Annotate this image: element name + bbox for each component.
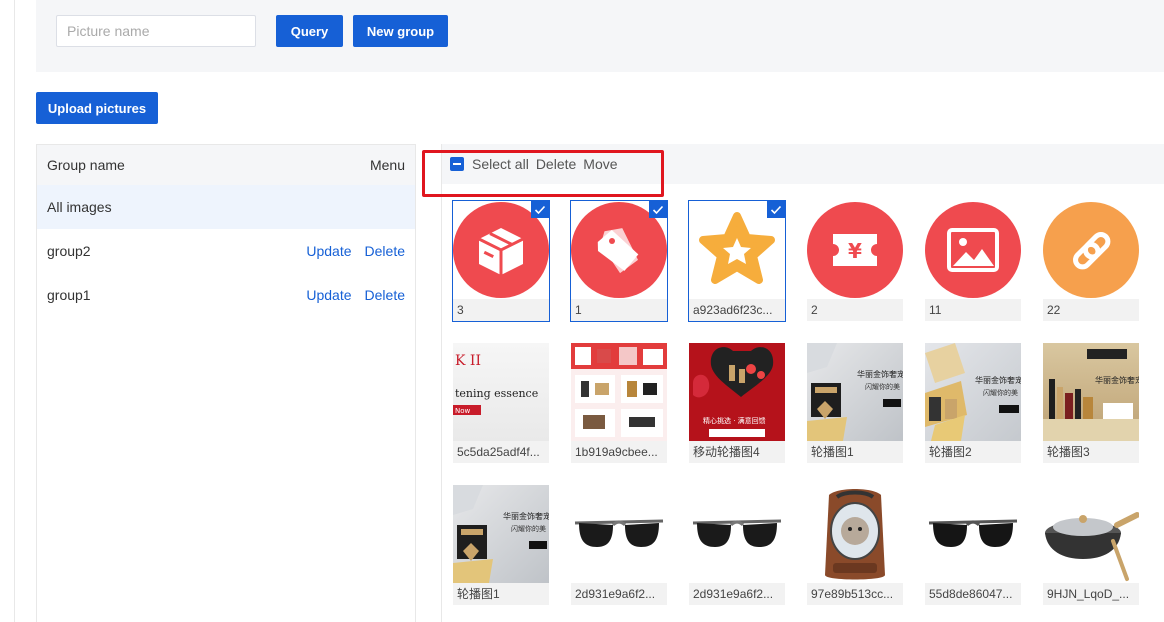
search-bar: Query New group <box>36 0 1164 72</box>
group-item-group1[interactable]: group1 Update Delete <box>37 273 415 317</box>
skincare-banner-photo: K II tening essence Now <box>453 343 549 441</box>
check-icon <box>649 201 667 218</box>
pet-backpack-photo <box>807 485 903 583</box>
svg-text:tening essence: tening essence <box>455 387 538 400</box>
svg-text:精心挑选 · 满意回馈: 精心挑选 · 满意回馈 <box>703 416 766 425</box>
cosmetics-shelf-photo: 华丽金饰奢宠 <box>1043 343 1139 441</box>
group-panel: Group name Menu All images group2 Update… <box>36 144 416 622</box>
image-label: 55d8de86047... <box>925 583 1021 605</box>
image-label: 2d931e9a6f2... <box>689 583 785 605</box>
check-icon <box>767 201 785 218</box>
image-thumb[interactable]: 精心挑选 · 满意回馈 移动轮播图4 <box>688 342 786 464</box>
group-item-group2[interactable]: group2 Update Delete <box>37 229 415 273</box>
images-toolbar: Select all Delete Move <box>442 144 1164 184</box>
sunglasses-photo <box>571 485 667 583</box>
wok-pan-photo <box>1043 485 1139 583</box>
svg-text:华丽金饰奢宠: 华丽金饰奢宠 <box>975 375 1021 385</box>
image-thumb[interactable]: 1 <box>570 200 668 322</box>
check-icon <box>531 201 549 218</box>
select-all-checkbox[interactable] <box>450 157 464 171</box>
gold-cosmetics-photo: 华丽金饰奢宠 闪耀你的美 <box>925 343 1021 441</box>
image-label: 1b919a9cbee... <box>571 441 667 463</box>
new-group-button[interactable]: New group <box>353 15 448 47</box>
image-thumb[interactable]: 55d8de86047... <box>924 484 1022 606</box>
image-label: 5c5da25adf4f... <box>453 441 549 463</box>
image-thumb[interactable]: a923ad6f23c... <box>688 200 786 322</box>
svg-text:K II: K II <box>455 353 481 369</box>
lipstick-box-photo: 华丽金饰奢宠 闪耀你的美 <box>453 485 549 583</box>
image-thumb[interactable]: 11 <box>924 200 1022 322</box>
svg-text:华丽金饰奢宠: 华丽金饰奢宠 <box>1095 375 1139 385</box>
svg-text:闪耀你的美: 闪耀你的美 <box>865 382 900 391</box>
gift-box-photo: 精心挑选 · 满意回馈 <box>689 343 785 441</box>
image-label: 轮播图1 <box>807 441 903 463</box>
image-thumb[interactable]: 华丽金饰奢宠 闪耀你的美 轮播图1 <box>806 342 904 464</box>
group-item-label: All images <box>47 199 112 215</box>
image-thumb[interactable]: ¥ 2 <box>806 200 904 322</box>
select-all-label[interactable]: Select all <box>472 156 529 172</box>
image-label: 97e89b513cc... <box>807 583 903 605</box>
svg-text:¥: ¥ <box>848 239 862 263</box>
update-group1-link[interactable]: Update <box>306 287 351 303</box>
image-label: 11 <box>925 299 1021 321</box>
query-button[interactable]: Query <box>276 15 343 47</box>
coupon-icon: ¥ <box>807 201 903 299</box>
delete-group2-link[interactable]: Delete <box>365 243 405 259</box>
lipstick-box-photo: 华丽金饰奢宠 闪耀你的美 <box>807 343 903 441</box>
image-label: 9HJN_LqoD_... <box>1043 583 1139 605</box>
link-icon <box>1043 201 1139 299</box>
image-thumb[interactable]: 1b919a9cbee... <box>570 342 668 464</box>
image-thumb[interactable]: 22 <box>1042 200 1140 322</box>
svg-text:Now: Now <box>455 407 471 415</box>
group-table-header: Group name Menu <box>37 145 415 185</box>
left-rail <box>0 0 15 622</box>
svg-text:华丽金饰奢宠: 华丽金饰奢宠 <box>503 511 549 521</box>
image-thumb[interactable]: 9HJN_LqoD_... <box>1042 484 1140 606</box>
group-name-header: Group name <box>47 157 125 173</box>
image-thumb[interactable]: 3 <box>452 200 550 322</box>
image-label: 轮播图1 <box>453 583 549 605</box>
image-label: 2 <box>807 299 903 321</box>
delete-selected-button[interactable]: Delete <box>536 156 576 172</box>
sunglasses-photo <box>689 485 785 583</box>
image-thumb[interactable]: 97e89b513cc... <box>806 484 904 606</box>
image-thumb[interactable]: K II tening essence Now 5c5da25adf4f... <box>452 342 550 464</box>
move-selected-button[interactable]: Move <box>583 156 617 172</box>
image-label: 22 <box>1043 299 1139 321</box>
image-label: 轮播图2 <box>925 441 1021 463</box>
product-collage-photo <box>571 343 667 441</box>
group-item-label: group2 <box>47 243 91 259</box>
picture-icon <box>925 201 1021 299</box>
update-group2-link[interactable]: Update <box>306 243 351 259</box>
image-thumb[interactable]: 华丽金饰奢宠 轮播图3 <box>1042 342 1140 464</box>
sunglasses-photo <box>925 485 1021 583</box>
picture-name-input[interactable] <box>56 15 256 47</box>
image-label: 3 <box>453 299 549 321</box>
svg-text:闪耀你的美: 闪耀你的美 <box>983 388 1018 397</box>
image-label: 1 <box>571 299 667 321</box>
image-thumb[interactable]: 2d931e9a6f2... <box>688 484 786 606</box>
image-label: 轮播图3 <box>1043 441 1139 463</box>
menu-header: Menu <box>369 157 405 173</box>
image-label: a923ad6f23c... <box>689 299 785 321</box>
image-thumb[interactable]: 华丽金饰奢宠 闪耀你的美 轮播图1 <box>452 484 550 606</box>
image-thumb[interactable]: 华丽金饰奢宠 闪耀你的美 轮播图2 <box>924 342 1022 464</box>
image-thumb[interactable]: 2d931e9a6f2... <box>570 484 668 606</box>
group-item-all-images[interactable]: All images <box>37 185 415 229</box>
svg-text:闪耀你的美: 闪耀你的美 <box>511 524 546 533</box>
group-item-label: group1 <box>47 287 91 303</box>
image-label: 2d931e9a6f2... <box>571 583 667 605</box>
upload-pictures-button[interactable]: Upload pictures <box>36 92 158 124</box>
image-label: 移动轮播图4 <box>689 441 785 463</box>
delete-group1-link[interactable]: Delete <box>365 287 405 303</box>
svg-text:华丽金饰奢宠: 华丽金饰奢宠 <box>857 369 903 379</box>
